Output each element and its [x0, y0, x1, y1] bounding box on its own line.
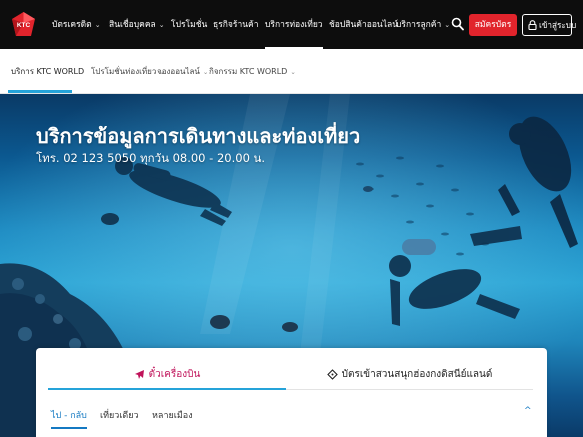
chevron-down-icon: ⌄	[158, 21, 165, 29]
login-button[interactable]: เข้าสู่ระบบ	[522, 14, 576, 36]
subnav-label: จองออนไลน์	[157, 67, 200, 76]
fish	[210, 315, 230, 329]
nav-merchant[interactable]: ธุรกิจร้านค้า	[213, 17, 259, 33]
tab-divider	[286, 389, 533, 390]
tab-flight-tickets[interactable]: ตั๋วเครื่องบิน	[48, 362, 286, 388]
top-navigation-bar: KTC บัตรเครดิต ⌄ สินเชื่อบุคคล ⌄ โปรโมชั่น…	[0, 0, 583, 49]
apply-card-button[interactable]: สมัครบัตร	[469, 14, 517, 36]
booking-panel: ตั๋วเครื่องบิน บัตรเข้าสวนสนุกฮ่องกงดิสน…	[36, 348, 547, 437]
subnav-label: บริการ KTC WORLD	[11, 67, 85, 76]
nav-promotion[interactable]: โปรโมชั่น	[171, 17, 207, 33]
chevron-down-icon: ⌄	[202, 68, 209, 76]
nav-personal-loan[interactable]: สินเชื่อบุคคล ⌄	[109, 17, 165, 33]
chevron-down-icon: ⌄	[94, 21, 101, 29]
secondary-navigation: บริการ KTC WORLD โปรโมชั่นท่องเที่ยว ⌄ จอ…	[0, 49, 583, 94]
trip-type-one-way[interactable]: เที่ยวเดียว	[100, 408, 139, 422]
trip-type-multi-city[interactable]: หลายเมือง	[152, 408, 193, 422]
fish	[363, 186, 373, 192]
subnav-travel-promotion[interactable]: โปรโมชั่นท่องเที่ยว ⌄	[91, 65, 165, 78]
nav-label: บริการท่องเที่ยว	[265, 20, 323, 30]
subnav-label: กิจกรรม KTC WORLD	[209, 67, 288, 76]
active-tab-indicator	[48, 388, 286, 390]
ticket-icon	[326, 368, 338, 380]
chevron-down-icon: ⌄	[290, 68, 296, 76]
tab-label: ตั๋วเครื่องบิน	[148, 369, 201, 380]
lock-icon	[528, 20, 537, 30]
nav-label: ช้อปสินค้าออนไลน์	[329, 20, 399, 30]
ktc-logo[interactable]: KTC	[10, 11, 37, 38]
nav-online-shopping[interactable]: ช้อปสินค้าออนไลน์	[329, 17, 398, 33]
nav-label: บัตรเครดิต	[52, 20, 92, 30]
hero-title: บริการข้อมูลการเดินทางและท่องเที่ยว	[36, 124, 361, 148]
tab-disneyland-tickets[interactable]: บัตรเข้าสวนสนุกฮ่องกงดิสนีย์แลนด์	[286, 362, 533, 388]
nav-label: โปรโมชั่น	[171, 20, 208, 30]
active-subnav-indicator	[8, 90, 72, 93]
chevron-down-icon: ⌄	[444, 21, 451, 29]
active-trip-type-indicator	[51, 427, 87, 429]
logo-text: KTC	[17, 22, 31, 29]
fish	[282, 322, 298, 332]
subnav-online-booking[interactable]: จองออนไลน์ ⌄	[157, 65, 208, 78]
subnav-ktc-world-activities[interactable]: กิจกรรม KTC WORLD ⌄	[209, 65, 296, 78]
plane-icon	[134, 369, 144, 379]
nav-customer-service[interactable]: บริการลูกค้า ⌄	[396, 17, 450, 33]
login-label: เข้าสู่ระบบ	[539, 20, 577, 30]
tab-label: บัตรเข้าสวนสนุกฮ่องกงดิสนีย์แลนด์	[341, 369, 493, 380]
subnav-ktc-world-service[interactable]: บริการ KTC WORLD	[11, 65, 84, 78]
collapse-chevron-up-icon[interactable]: ^	[524, 406, 532, 416]
search-icon[interactable]	[451, 17, 464, 31]
trip-type-round-trip[interactable]: ไป - กลับ	[51, 408, 87, 422]
nav-label: สินเชื่อบุคคล	[109, 20, 156, 30]
fish	[101, 213, 119, 225]
subnav-label: โปรโมชั่นท่องเที่ยว	[91, 67, 157, 76]
hero-contact-info: โทร. 02 123 5050 ทุกวัน 08.00 - 20.00 น.	[36, 151, 266, 165]
nav-credit-card[interactable]: บัตรเครดิต ⌄	[52, 17, 101, 33]
nav-label: บริการลูกค้า	[396, 20, 442, 30]
nav-label: ธุรกิจร้านค้า	[213, 20, 259, 30]
nav-travel-service[interactable]: บริการท่องเที่ยว	[265, 17, 323, 49]
